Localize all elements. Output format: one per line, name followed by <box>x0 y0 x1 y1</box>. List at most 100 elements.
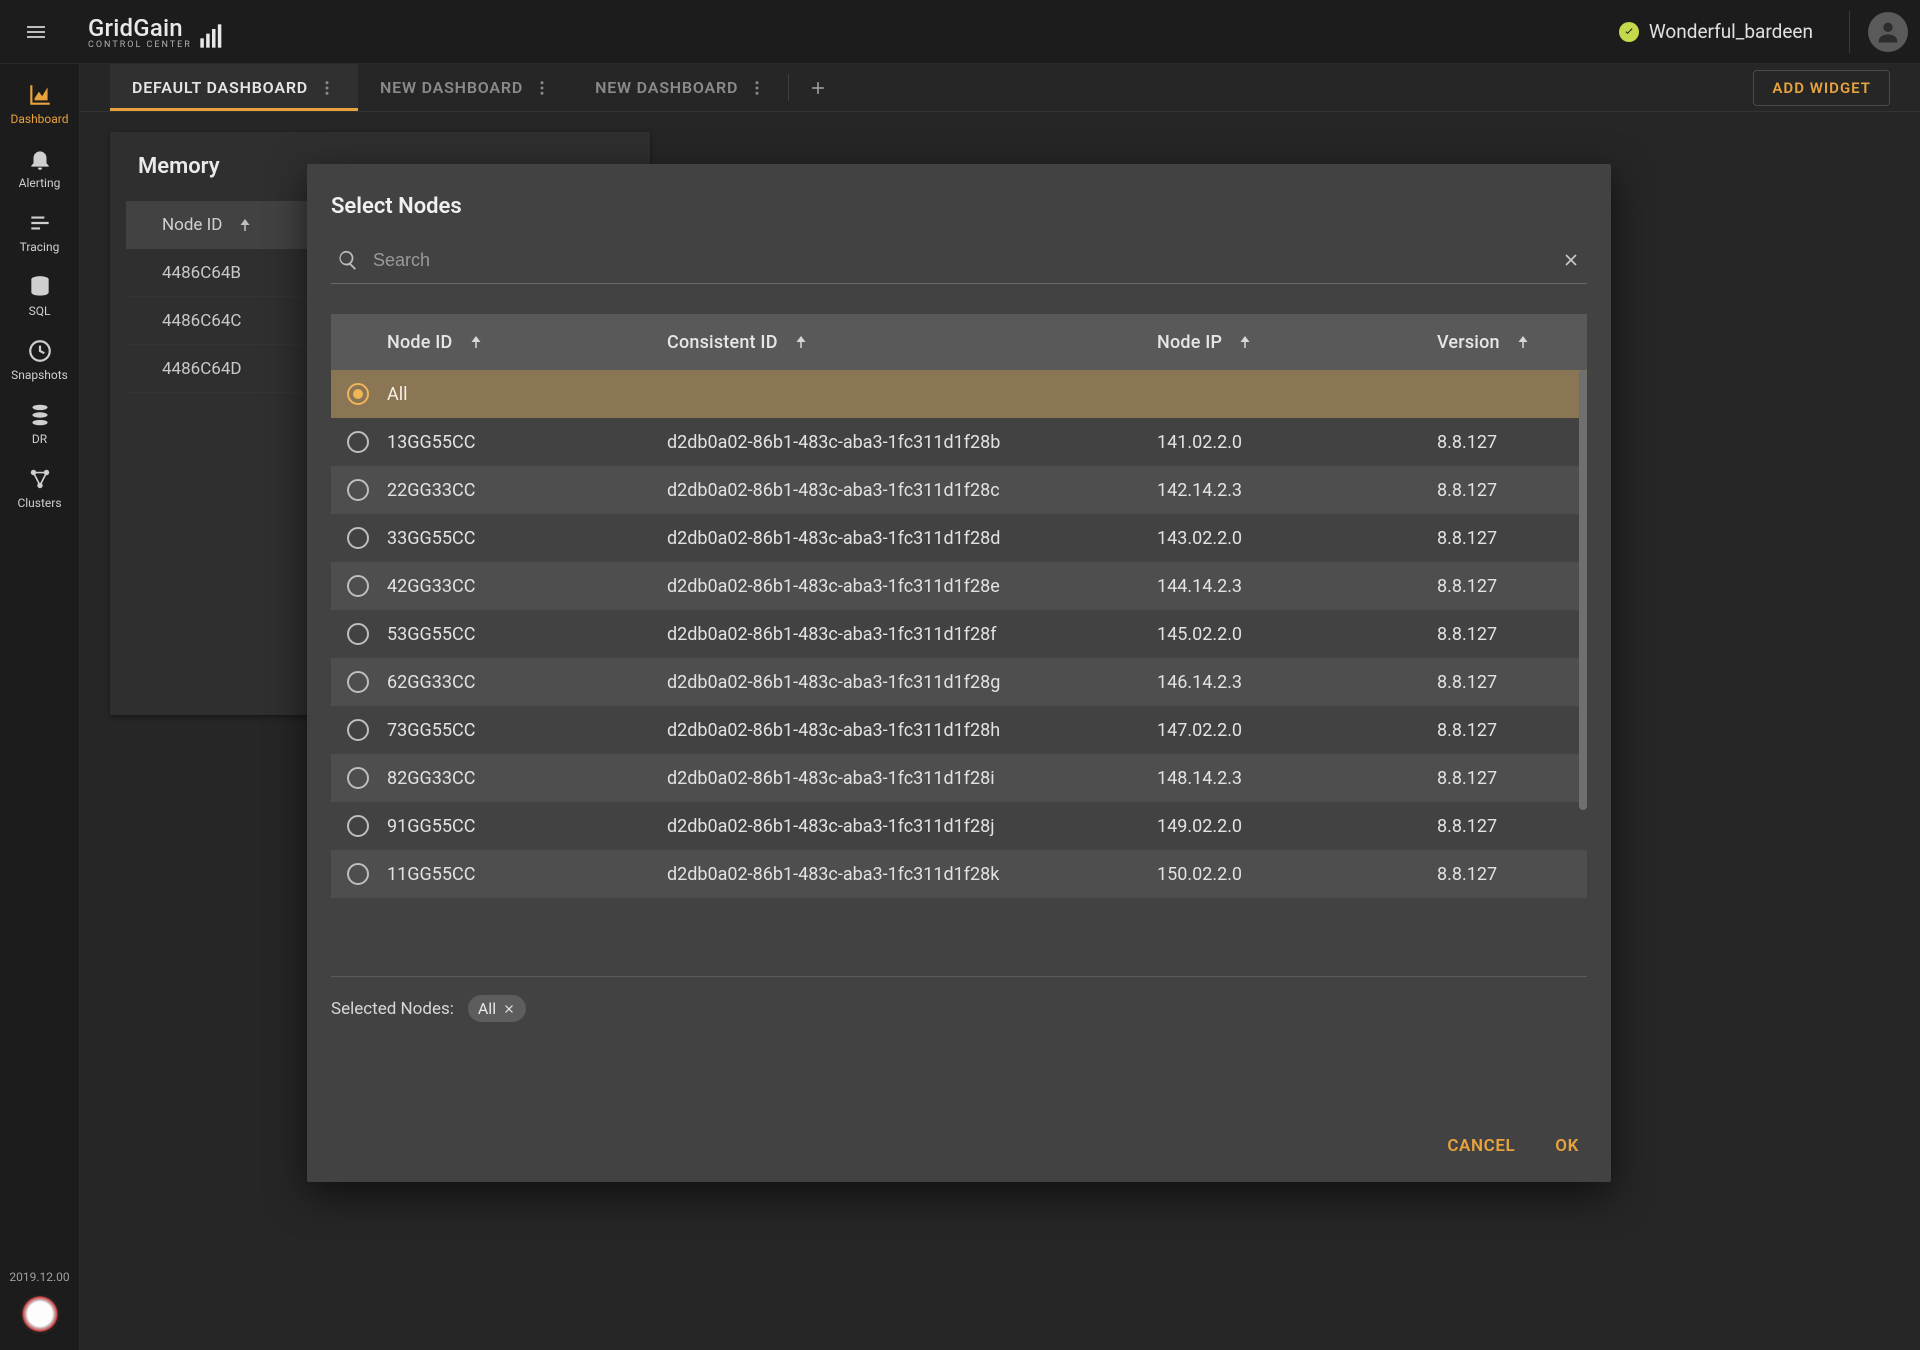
cell-consistent-id: d2db0a02-86b1-483c-aba3-1fc311d1f28e <box>667 576 1157 597</box>
radio-icon[interactable] <box>347 719 369 741</box>
cell-version: 8.8.127 <box>1437 768 1587 789</box>
cell-version: 8.8.127 <box>1437 720 1587 741</box>
nav-label: Dashboard <box>10 112 68 126</box>
powered-by-badge <box>18 1292 62 1336</box>
clock-icon <box>27 338 53 364</box>
table-row[interactable]: 33GG55CCd2db0a02-86b1-483c-aba3-1fc311d1… <box>331 514 1587 562</box>
person-icon <box>1874 18 1902 46</box>
nav-label: DR <box>32 432 47 446</box>
dialog-actions: CANCEL OK <box>331 1126 1587 1162</box>
divider <box>1849 11 1850 53</box>
database-stack-icon <box>27 402 53 428</box>
dashboard-tab[interactable]: NEW DASHBOARD <box>573 64 788 111</box>
tab-label: NEW DASHBOARD <box>595 78 738 97</box>
close-icon <box>502 1002 516 1016</box>
product-logo: GridGain CONTROL CENTER <box>88 14 226 50</box>
cell-node-id: 22GG33CC <box>387 480 667 501</box>
bell-icon <box>27 146 53 172</box>
cell-node-ip: 144.14.2.3 <box>1157 576 1437 597</box>
left-nav: Dashboard Alerting Tracing SQLSnapshots DR Cl… <box>0 64 80 1350</box>
add-tab-button[interactable] <box>789 64 847 111</box>
col-consistent-id[interactable]: Consistent ID <box>667 332 1157 353</box>
avatar[interactable] <box>1868 12 1908 52</box>
nav-item-alerting[interactable]: Alerting <box>0 136 79 200</box>
cell-version: 8.8.127 <box>1437 672 1587 693</box>
selected-nodes-row: Selected Nodes: All <box>331 976 1587 1022</box>
kebab-icon[interactable] <box>748 79 766 97</box>
add-widget-button[interactable]: ADD WIDGET <box>1753 70 1890 106</box>
cell-node-ip: 147.02.2.0 <box>1157 720 1437 741</box>
user-menu[interactable]: Wonderful_bardeen <box>1619 20 1813 43</box>
sort-asc-icon <box>467 333 485 351</box>
cell-version: 8.8.127 <box>1437 480 1587 501</box>
cell-version: 8.8.127 <box>1437 432 1587 453</box>
selected-chip[interactable]: All <box>468 995 526 1022</box>
table-row[interactable]: 13GG55CCd2db0a02-86b1-483c-aba3-1fc311d1… <box>331 418 1587 466</box>
kebab-icon[interactable] <box>533 79 551 97</box>
nav-item-snapshots[interactable]: Snapshots <box>0 328 79 392</box>
scrollbar[interactable] <box>1579 370 1587 810</box>
nav-item-dr[interactable]: DR <box>0 392 79 456</box>
hamburger-menu-button[interactable] <box>12 8 60 56</box>
search-icon <box>337 249 359 271</box>
cell-node-id: 33GG55CC <box>387 528 667 549</box>
radio-icon[interactable] <box>347 671 369 693</box>
table-row[interactable]: 11GG55CCd2db0a02-86b1-483c-aba3-1fc311d1… <box>331 850 1587 898</box>
cell-consistent-id: d2db0a02-86b1-483c-aba3-1fc311d1f28b <box>667 432 1157 453</box>
main-area: DEFAULT DASHBOARDNEW DASHBOARDNEW DASHBO… <box>80 64 1920 1350</box>
radio-icon[interactable] <box>347 575 369 597</box>
radio-icon[interactable] <box>347 767 369 789</box>
cancel-button[interactable]: CANCEL <box>1447 1136 1515 1156</box>
nav-item-dashboard[interactable]: Dashboard <box>0 72 79 136</box>
table-row[interactable]: 73GG55CCd2db0a02-86b1-483c-aba3-1fc311d1… <box>331 706 1587 754</box>
bars-icon <box>27 210 53 236</box>
sort-asc-icon <box>1514 333 1532 351</box>
selected-chip-label: All <box>478 999 496 1018</box>
cell-node-ip: 146.14.2.3 <box>1157 672 1437 693</box>
nav-item-clusters[interactable]: Clusters <box>0 456 79 520</box>
table-row[interactable]: 42GG33CCd2db0a02-86b1-483c-aba3-1fc311d1… <box>331 562 1587 610</box>
kebab-icon[interactable] <box>318 79 336 97</box>
search-input[interactable] <box>373 250 1547 271</box>
cell-consistent-id: d2db0a02-86b1-483c-aba3-1fc311d1f28h <box>667 720 1157 741</box>
cell-node-ip: 149.02.2.0 <box>1157 816 1437 837</box>
col-node-ip[interactable]: Node IP <box>1157 332 1437 353</box>
nodes-table: Node ID Consistent ID Node IP Version Al… <box>331 314 1587 906</box>
dashboard-tab[interactable]: DEFAULT DASHBOARD <box>110 64 358 111</box>
clear-search-button[interactable] <box>1561 250 1581 270</box>
chart-area-icon <box>27 82 53 108</box>
table-row-all[interactable]: All <box>331 370 1587 418</box>
dashboard-tab[interactable]: NEW DASHBOARD <box>358 64 573 111</box>
nav-item-sql[interactable]: SQL <box>0 264 79 328</box>
radio-icon[interactable] <box>347 479 369 501</box>
cell-node-ip: 143.02.2.0 <box>1157 528 1437 549</box>
database-icon <box>27 274 53 300</box>
cell-node-id: 73GG55CC <box>387 720 667 741</box>
cell-node-ip: 142.14.2.3 <box>1157 480 1437 501</box>
top-bar: GridGain CONTROL CENTER Wonderful_bardee… <box>0 0 1920 64</box>
cell-node-ip: 150.02.2.0 <box>1157 864 1437 885</box>
nav-item-tracing[interactable]: Tracing <box>0 200 79 264</box>
nav-label: Tracing <box>20 240 60 254</box>
table-row[interactable]: 22GG33CCd2db0a02-86b1-483c-aba3-1fc311d1… <box>331 466 1587 514</box>
col-version[interactable]: Version <box>1437 332 1587 353</box>
col-node-id[interactable]: Node ID <box>387 332 667 353</box>
radio-icon[interactable] <box>347 623 369 645</box>
radio-icon[interactable] <box>347 383 369 405</box>
table-row[interactable]: 82GG33CCd2db0a02-86b1-483c-aba3-1fc311d1… <box>331 754 1587 802</box>
table-row[interactable]: 91GG55CCd2db0a02-86b1-483c-aba3-1fc311d1… <box>331 802 1587 850</box>
dialog-title: Select Nodes <box>331 194 1587 219</box>
search-field <box>331 241 1587 284</box>
nodes-table-header: Node ID Consistent ID Node IP Version <box>331 314 1587 370</box>
cell-node-id: 91GG55CC <box>387 816 667 837</box>
radio-icon[interactable] <box>347 431 369 453</box>
table-row[interactable]: 53GG55CCd2db0a02-86b1-483c-aba3-1fc311d1… <box>331 610 1587 658</box>
radio-icon[interactable] <box>347 815 369 837</box>
ok-button[interactable]: OK <box>1555 1136 1579 1156</box>
cell-consistent-id: d2db0a02-86b1-483c-aba3-1fc311d1f28k <box>667 864 1157 885</box>
table-row[interactable]: 62GG33CCd2db0a02-86b1-483c-aba3-1fc311d1… <box>331 658 1587 706</box>
cell-node-id: 62GG33CC <box>387 672 667 693</box>
radio-icon[interactable] <box>347 527 369 549</box>
radio-icon[interactable] <box>347 863 369 885</box>
sort-asc-icon <box>236 216 254 234</box>
